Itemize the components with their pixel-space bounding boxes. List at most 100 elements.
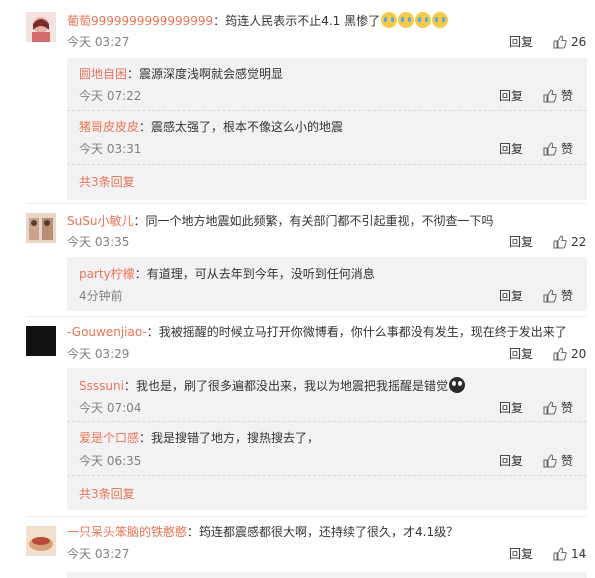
avatar[interactable] (26, 526, 56, 556)
like-count: 26 (571, 35, 587, 49)
comment-text: 同一个地方地震如此频繁，有关部门都不引起重视，不彻查一下吗 (145, 214, 494, 228)
separator: ： (127, 67, 140, 81)
view-more-replies-link[interactable]: 共3条回复 (79, 486, 135, 502)
reply-button[interactable]: 回复 (499, 88, 523, 104)
like-label: 赞 (561, 142, 574, 156)
comment-text: 筠连都震感都很大啊，还持续了很久，才4.1级？ (199, 525, 459, 539)
separator: ： (139, 431, 152, 445)
avatar[interactable] (26, 213, 56, 243)
like-count: 14 (571, 547, 587, 561)
like-button[interactable]: 赞 (543, 288, 573, 304)
comment-text: 筠连人民表示不止4.1 黑惨了 (225, 14, 381, 28)
separator: ： (187, 525, 200, 539)
divider (26, 316, 587, 317)
separator: ： (133, 214, 146, 228)
comment-item: 葡萄9999999999999999：筠连人民表示不止4.1 黑惨了 今天 03… (0, 0, 595, 200)
like-button[interactable]: 赞 (543, 400, 573, 416)
divider (67, 475, 587, 476)
sub-reply: 猪哥皮皮皮：震感太强了，根本不像这么小的地震 今天 03:31 回复 赞 (67, 111, 587, 163)
separator: ： (123, 379, 136, 393)
thumbs-up-icon (543, 289, 557, 303)
sub-reply-time: 今天 07:04 (79, 401, 142, 415)
comment-time: 今天 03:35 (67, 235, 130, 249)
panda-emoji-icon (448, 377, 465, 393)
like-button[interactable]: 赞 (543, 141, 573, 157)
reply-button[interactable]: 回复 (509, 34, 533, 50)
sub-reply: party柠檬：有道理，可从去年到今年，没听到任何消息 4分钟前 回复 赞 (67, 257, 587, 311)
reply-button[interactable]: 回复 (499, 400, 523, 416)
like-label: 赞 (561, 89, 574, 103)
sub-reply-username[interactable]: 猪哥皮皮皮 (79, 120, 139, 134)
sub-reply-username[interactable]: 圆地自困 (79, 67, 127, 81)
like-count: 20 (571, 347, 587, 361)
thumbs-up-icon (543, 454, 557, 468)
like-button[interactable]: 20 (553, 346, 586, 362)
separator: ： (213, 14, 226, 28)
comment-item: SuSu小敏儿：同一个地方地震如此频繁，有关部门都不引起重视，不彻查一下吗 今天… (0, 205, 595, 313)
reply-button[interactable]: 回复 (499, 141, 523, 157)
sub-reply-username[interactable]: party柠檬 (79, 267, 135, 281)
reply-thread (67, 572, 587, 578)
crying-emoji-icon (415, 12, 432, 28)
like-button[interactable]: 赞 (543, 453, 573, 469)
like-label: 赞 (561, 454, 574, 468)
comment-username[interactable]: -Gouwenjiao- (67, 325, 147, 339)
sub-reply-time: 今天 07:22 (79, 89, 142, 103)
comment-item: -Gouwenjiao-：我被摇醒的时候立马打开你微博看，你什么事都没有发生，现… (0, 318, 595, 514)
sub-reply-text: 震感太强了，根本不像这么小的地震 (151, 120, 344, 134)
like-button[interactable]: 26 (553, 34, 586, 50)
comment-time: 今天 03:27 (67, 35, 130, 49)
sub-reply-time: 今天 06:35 (79, 454, 142, 468)
reply-thread: 圆地自困：震源深度浅啊就会感觉明显 今天 07:22 回复 赞 猪哥皮皮皮：震感… (67, 58, 587, 200)
comment-text: 我被摇醒的时候立马打开你微博看，你什么事都没有发生，现在终于发出来了 (158, 325, 567, 339)
sub-reply-text: 震源深度浅啊就会感觉明显 (139, 67, 284, 81)
crying-emoji-icon (398, 12, 415, 28)
thumbs-up-icon (553, 235, 567, 249)
reply-button[interactable]: 回复 (499, 453, 523, 469)
view-more-replies-link[interactable]: 共3条回复 (79, 174, 135, 190)
comment-username[interactable]: SuSu小敏儿 (67, 214, 133, 228)
avatar[interactable] (26, 326, 56, 356)
reply-thread: party柠檬：有道理，可从去年到今年，没听到任何消息 4分钟前 回复 赞 (67, 257, 587, 311)
like-button[interactable]: 14 (553, 546, 586, 562)
reply-button[interactable]: 回复 (509, 346, 533, 362)
reply-button[interactable]: 回复 (509, 234, 533, 250)
comment-item: 一只呆头笨脑的铁憨憨：筠连都震感都很大啊，还持续了很久，才4.1级？ 今天 03… (0, 518, 595, 578)
thumbs-up-icon (553, 547, 567, 561)
reply-button[interactable]: 回复 (509, 546, 533, 562)
thumbs-up-icon (543, 401, 557, 415)
thumbs-up-icon (553, 347, 567, 361)
separator: ： (139, 120, 152, 134)
sub-reply-username[interactable]: 爱是个口感 (79, 431, 139, 445)
like-button[interactable]: 22 (553, 234, 586, 250)
sub-reply-time: 4分钟前 (79, 289, 123, 303)
divider (67, 164, 587, 165)
like-count: 22 (571, 235, 587, 249)
divider (26, 203, 587, 204)
comment-username[interactable]: 一只呆头笨脑的铁憨憨 (67, 525, 187, 539)
crying-emoji-icon (432, 12, 449, 28)
comment-time: 今天 03:29 (67, 347, 130, 361)
sub-reply-text: 我是搜错了地方，搜热搜去了， (151, 431, 320, 445)
reply-thread: Ssssuni：我也是，刷了很多遍都没出来，我以为地震把我摇醒是错觉 今天 07… (67, 368, 587, 510)
avatar[interactable] (26, 12, 56, 42)
comment-username[interactable]: 葡萄9999999999999999 (67, 14, 213, 28)
thumbs-up-icon (543, 89, 557, 103)
sub-reply-text: 我也是，刷了很多遍都没出来，我以为地震把我摇醒是错觉 (135, 379, 448, 393)
crying-emoji-icon (381, 12, 398, 28)
sub-reply-time: 今天 03:31 (79, 142, 142, 156)
reply-button[interactable]: 回复 (499, 288, 523, 304)
like-button[interactable]: 赞 (543, 88, 573, 104)
like-label: 赞 (561, 289, 574, 303)
separator: ： (134, 267, 147, 281)
sub-reply: 爱是个口感：我是搜错了地方，搜热搜去了， 今天 06:35 回复 赞 (67, 422, 587, 474)
thumbs-up-icon (553, 35, 567, 49)
like-label: 赞 (561, 401, 574, 415)
sub-reply: 圆地自困：震源深度浅啊就会感觉明显 今天 07:22 回复 赞 (67, 58, 587, 110)
sub-reply: Ssssuni：我也是，刷了很多遍都没出来，我以为地震把我摇醒是错觉 今天 07… (67, 368, 587, 420)
sub-reply-text: 有道理，可从去年到今年，没听到任何消息 (146, 267, 375, 281)
sub-reply-username[interactable]: Ssssuni (79, 379, 124, 393)
comment-time: 今天 03:27 (67, 547, 130, 561)
separator: ： (146, 325, 159, 339)
thumbs-up-icon (543, 142, 557, 156)
